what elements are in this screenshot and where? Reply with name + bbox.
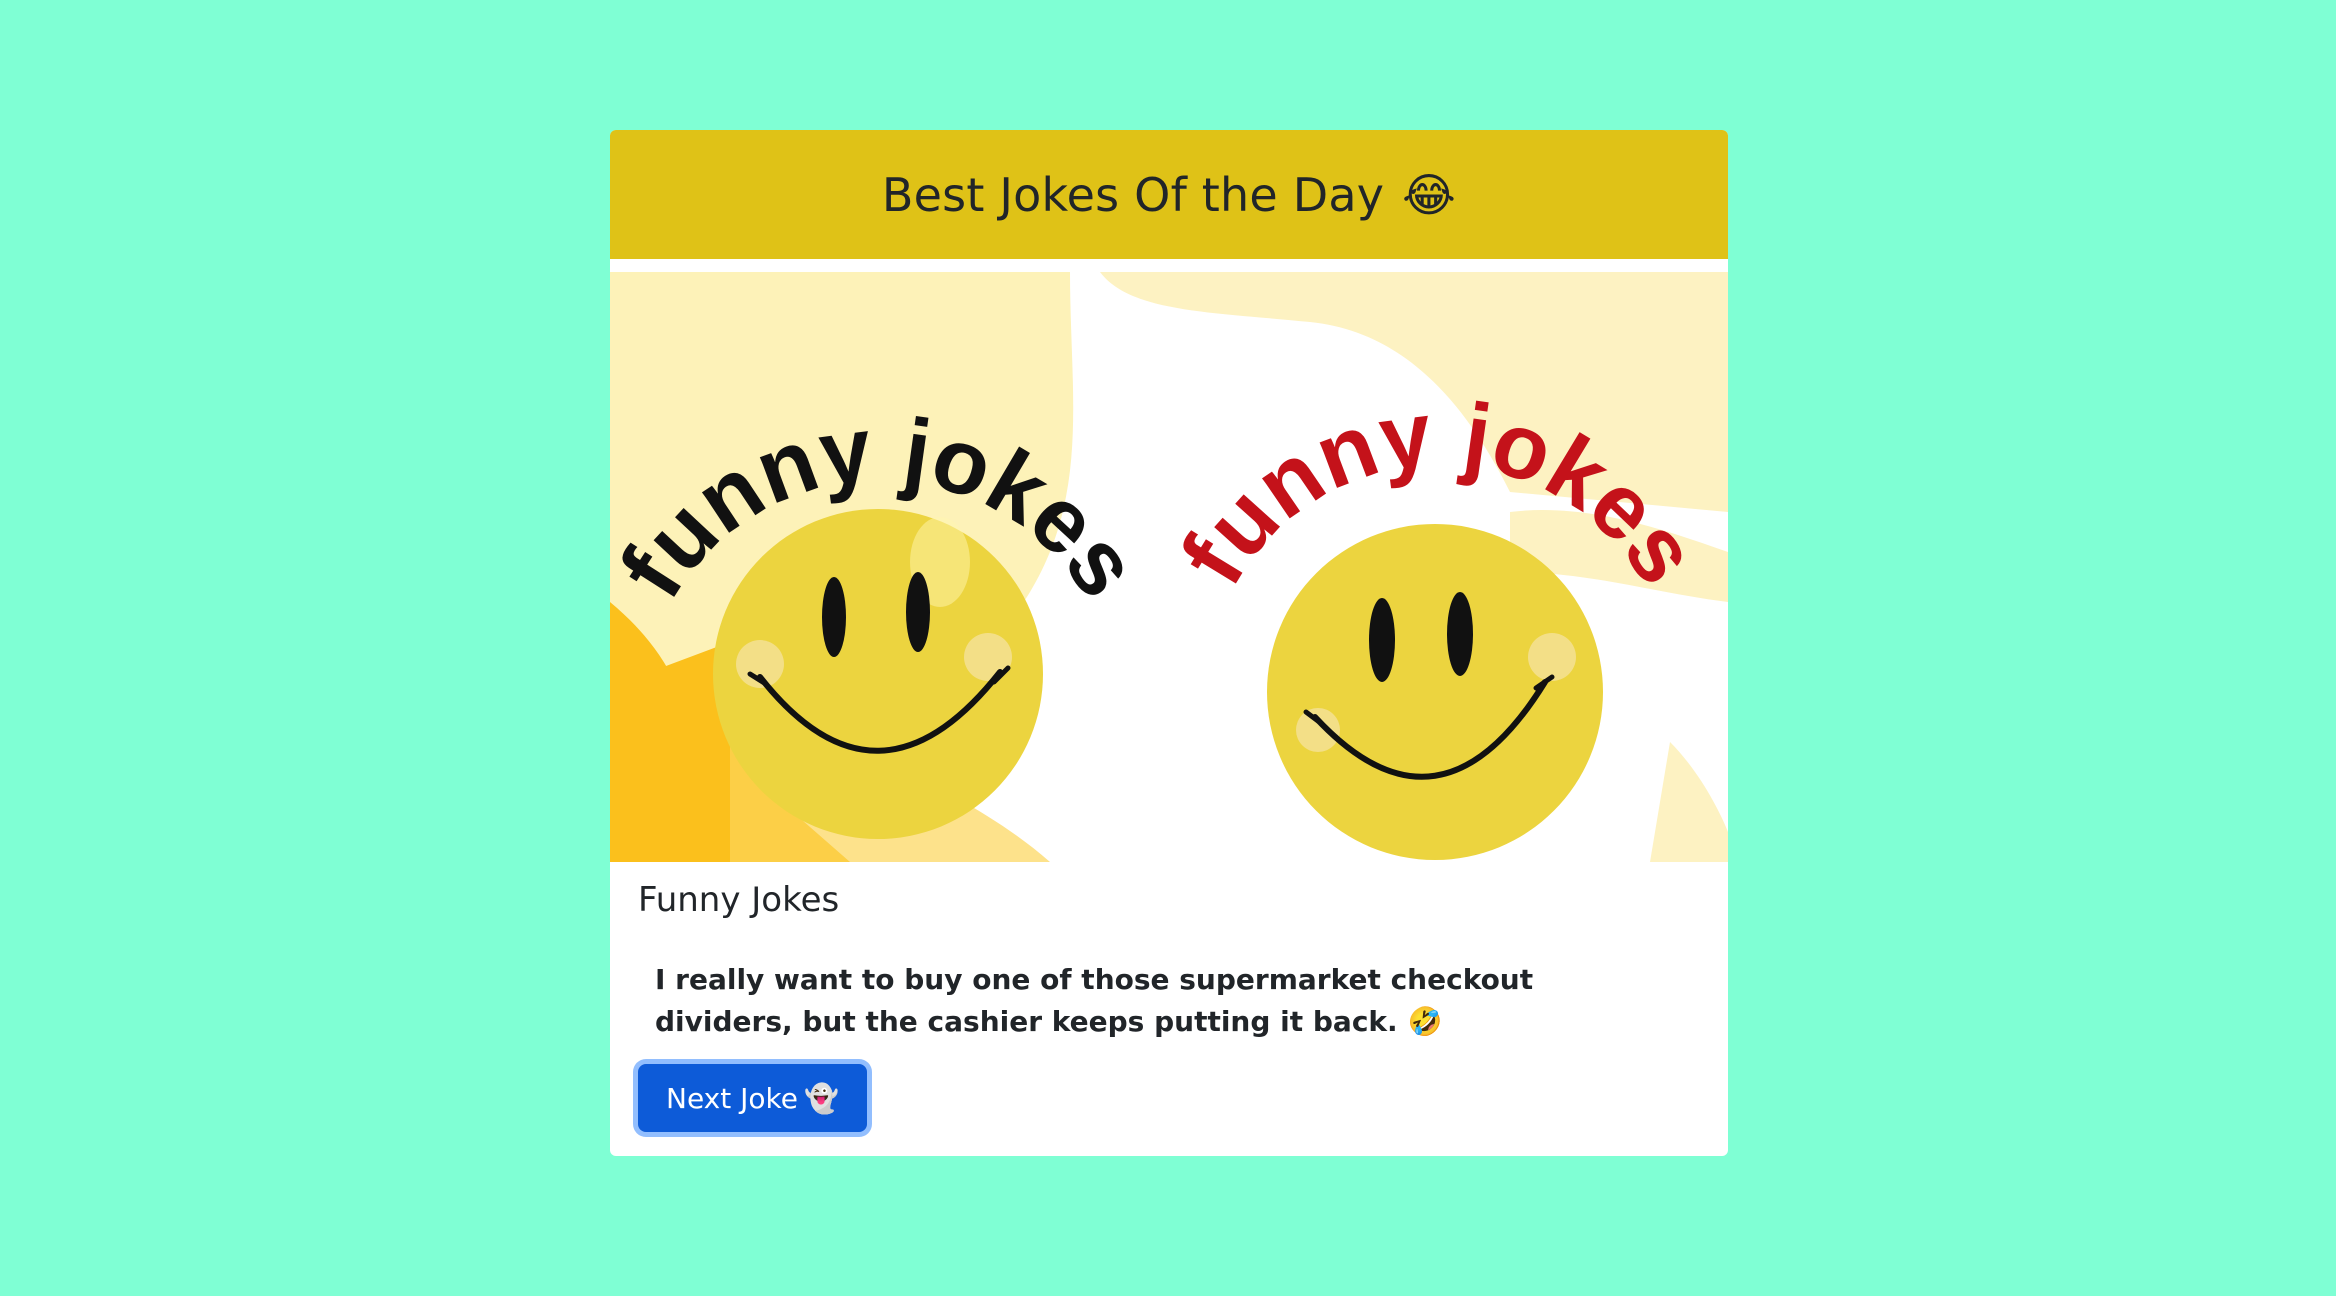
funny-jokes-image: funny jokes funny jokes bbox=[610, 272, 1728, 862]
page-title: Best Jokes Of the Day 😂 bbox=[882, 168, 1456, 222]
card-title: Funny Jokes bbox=[638, 880, 839, 920]
joke-card: Best Jokes Of the Day 😂 funny jokes funn… bbox=[610, 130, 1728, 1156]
laughing-emoji-icon: 😂 bbox=[1402, 167, 1457, 222]
joke-body: I really want to buy one of those superm… bbox=[655, 963, 1534, 1038]
next-joke-label: Next Joke bbox=[666, 1081, 798, 1115]
joke-text: I really want to buy one of those superm… bbox=[655, 959, 1665, 1043]
funny-jokes-illustration: funny jokes funny jokes bbox=[610, 272, 1728, 862]
page-title-text: Best Jokes Of the Day bbox=[881, 167, 1385, 222]
rolling-laughing-emoji-icon: 🤣 bbox=[1407, 1005, 1443, 1038]
card-header: Best Jokes Of the Day 😂 bbox=[610, 130, 1728, 259]
next-joke-button[interactable]: Next Joke 👻 bbox=[638, 1064, 867, 1132]
ghost-icon: 👻 bbox=[803, 1081, 839, 1115]
card-title-text: Funny Jokes bbox=[638, 880, 840, 920]
